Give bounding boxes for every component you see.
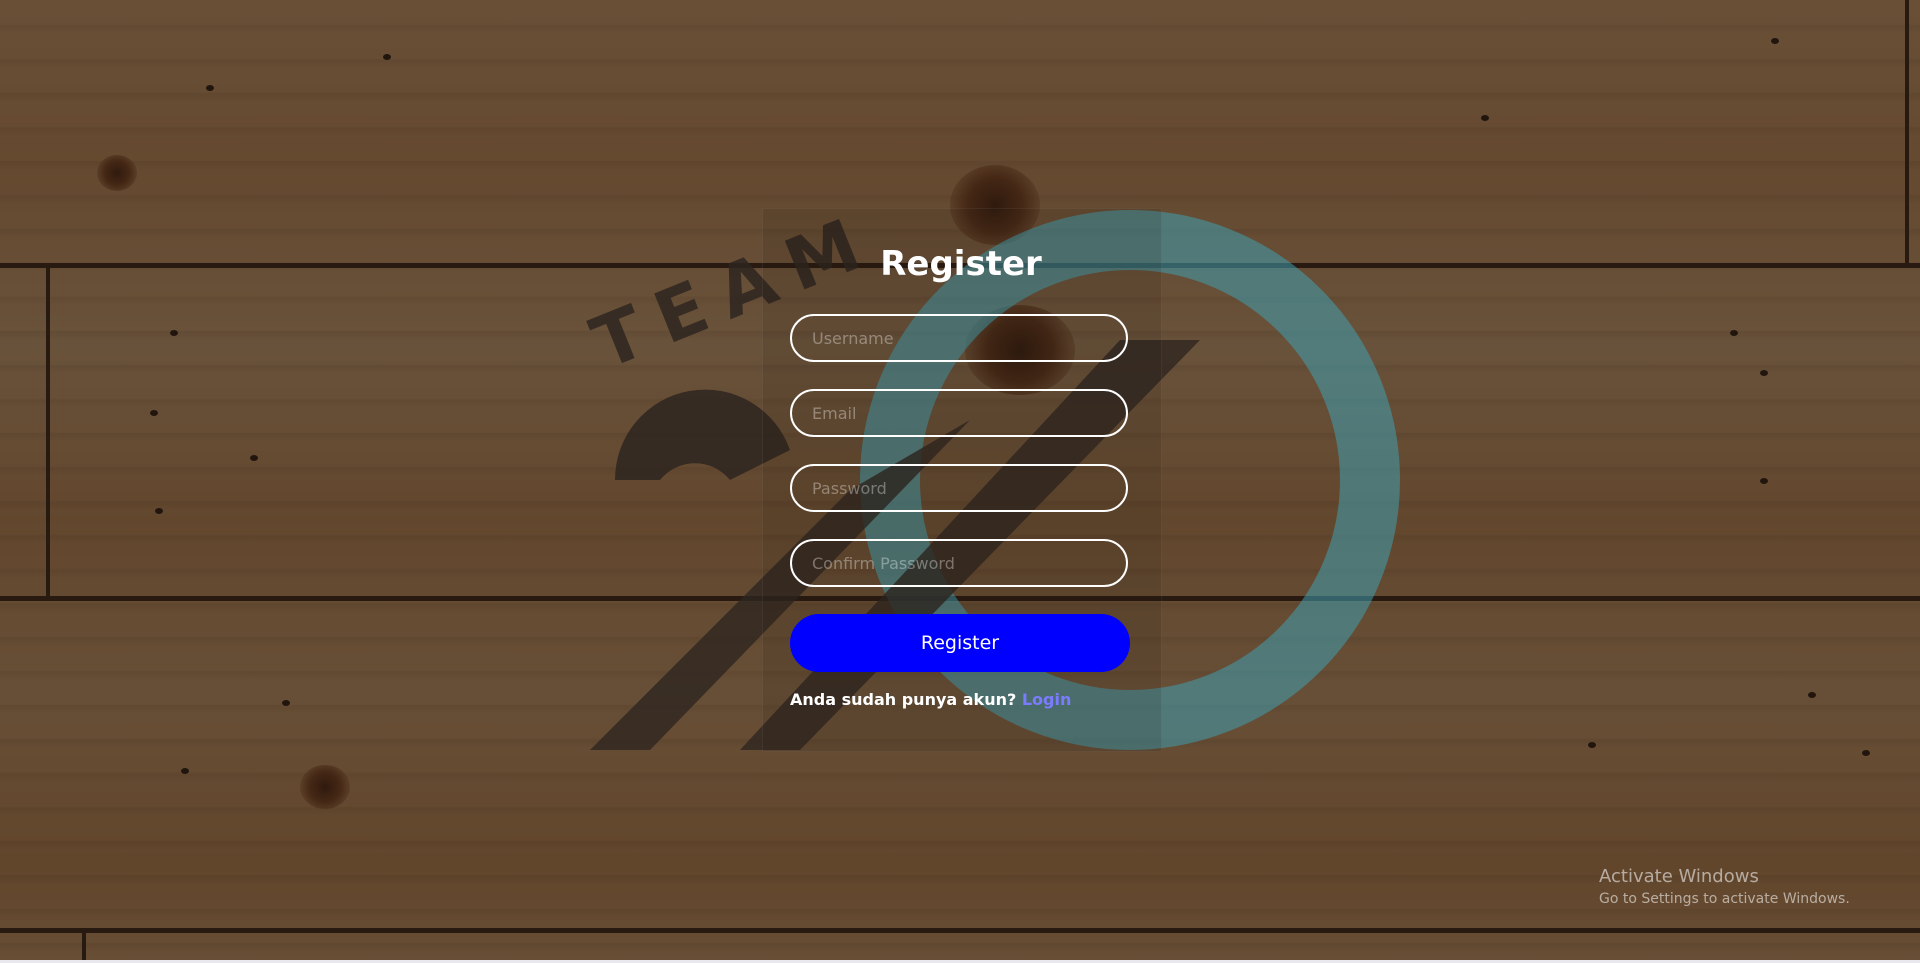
username-input[interactable] bbox=[790, 314, 1128, 362]
confirm-password-input[interactable] bbox=[790, 539, 1128, 587]
have-account-text: Anda sudah punya akun? bbox=[790, 690, 1017, 709]
page-title: Register bbox=[880, 244, 1042, 284]
login-link[interactable]: Login bbox=[1022, 690, 1072, 709]
activate-windows-subtitle: Go to Settings to activate Windows. bbox=[1599, 891, 1850, 907]
windows-activation-watermark: Activate Windows Go to Settings to activ… bbox=[1599, 866, 1850, 907]
email-input[interactable] bbox=[790, 389, 1128, 437]
activate-windows-title: Activate Windows bbox=[1599, 866, 1759, 887]
register-button[interactable]: Register bbox=[790, 614, 1130, 672]
password-input[interactable] bbox=[790, 464, 1128, 512]
login-prompt: Anda sudah punya akun? Login bbox=[790, 690, 1071, 709]
